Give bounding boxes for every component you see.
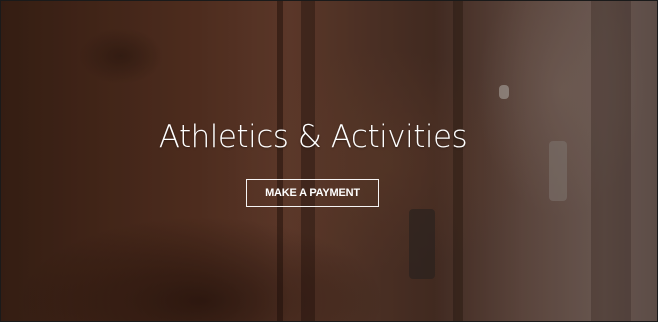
page-frame: Athletics & Activities MAKE A PAYMENT xyxy=(0,0,658,322)
hero-background-image xyxy=(1,1,657,321)
make-payment-button[interactable]: MAKE A PAYMENT xyxy=(246,179,379,207)
hero-overlay xyxy=(1,1,657,321)
hero-title: Athletics & Activities xyxy=(158,119,468,155)
